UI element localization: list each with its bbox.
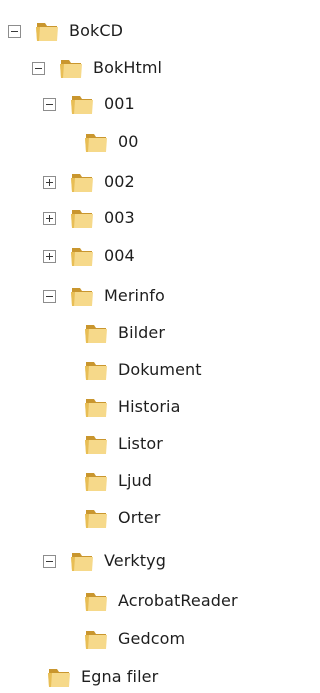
tree-item-historia[interactable]: Historia xyxy=(83,392,181,422)
folder-icon xyxy=(85,473,107,491)
tree-item-label: Orter xyxy=(118,508,161,527)
folder-icon xyxy=(71,288,93,306)
folder-icon xyxy=(71,248,93,266)
tree-item-label: 002 xyxy=(104,172,135,191)
tree-item-004[interactable]: 004 xyxy=(43,241,135,271)
tree-item-merinfo[interactable]: Merinfo xyxy=(43,281,165,311)
collapse-icon[interactable] xyxy=(43,554,56,568)
folder-icon xyxy=(60,60,82,78)
tree-item-label: AcrobatReader xyxy=(118,591,238,610)
folder-icon xyxy=(71,210,93,228)
tree-item-label: Merinfo xyxy=(104,286,165,305)
folder-icon xyxy=(85,399,107,417)
folder-icon xyxy=(71,553,93,571)
tree-item-00[interactable]: 00 xyxy=(83,127,139,157)
tree-item-egna-filer[interactable]: Egna filer xyxy=(46,662,158,692)
tree-item-listor[interactable]: Listor xyxy=(83,429,163,459)
tree-item-003[interactable]: 003 xyxy=(43,203,135,233)
tree-item-label: 001 xyxy=(104,94,135,113)
expand-icon[interactable] xyxy=(43,211,56,225)
tree-item-bilder[interactable]: Bilder xyxy=(83,318,165,348)
folder-icon xyxy=(85,436,107,454)
tree-item-orter[interactable]: Orter xyxy=(83,503,160,533)
folder-icon xyxy=(71,96,93,114)
tree-item-label: 00 xyxy=(118,132,139,151)
collapse-icon[interactable] xyxy=(43,97,56,111)
tree-item-002[interactable]: 002 xyxy=(43,167,135,197)
tree-item-label: Verktyg xyxy=(104,551,166,570)
tree-item-verktyg[interactable]: Verktyg xyxy=(43,546,166,576)
tree-item-dokument[interactable]: Dokument xyxy=(83,355,202,385)
tree-item-gedcom[interactable]: Gedcom xyxy=(83,624,185,654)
folder-icon xyxy=(85,325,107,343)
tree-item-bokhtml[interactable]: BokHtml xyxy=(32,53,162,83)
tree-item-acrobatreader[interactable]: AcrobatReader xyxy=(83,586,238,616)
expand-icon[interactable] xyxy=(43,175,56,189)
folder-icon xyxy=(85,631,107,649)
folder-tree: BokCD BokHtml 001 00 002 003 004 Merinfo… xyxy=(0,0,272,693)
collapse-icon[interactable] xyxy=(32,61,45,75)
tree-item-label: Listor xyxy=(118,434,163,453)
tree-item-label: Dokument xyxy=(118,360,202,379)
expand-icon[interactable] xyxy=(43,249,56,263)
folder-icon xyxy=(85,510,107,528)
tree-item-bokcd[interactable]: BokCD xyxy=(8,16,123,46)
tree-item-001[interactable]: 001 xyxy=(43,89,135,119)
folder-icon xyxy=(85,134,107,152)
tree-item-label: BokCD xyxy=(69,21,124,40)
tree-item-label: Gedcom xyxy=(118,629,186,648)
tree-item-label: Ljud xyxy=(118,471,153,490)
folder-icon xyxy=(85,593,107,611)
folder-icon xyxy=(85,362,107,380)
collapse-icon[interactable] xyxy=(8,24,21,38)
folder-icon xyxy=(36,23,58,41)
tree-item-label: Historia xyxy=(118,397,181,416)
tree-item-label: Bilder xyxy=(118,323,166,342)
collapse-icon[interactable] xyxy=(43,289,56,303)
tree-item-label: 004 xyxy=(104,246,135,265)
folder-icon xyxy=(71,174,93,192)
tree-item-ljud[interactable]: Ljud xyxy=(83,466,152,496)
tree-item-label: 003 xyxy=(104,208,135,227)
tree-item-label: Egna filer xyxy=(81,667,159,686)
folder-icon xyxy=(48,669,70,687)
tree-item-label: BokHtml xyxy=(93,58,163,77)
